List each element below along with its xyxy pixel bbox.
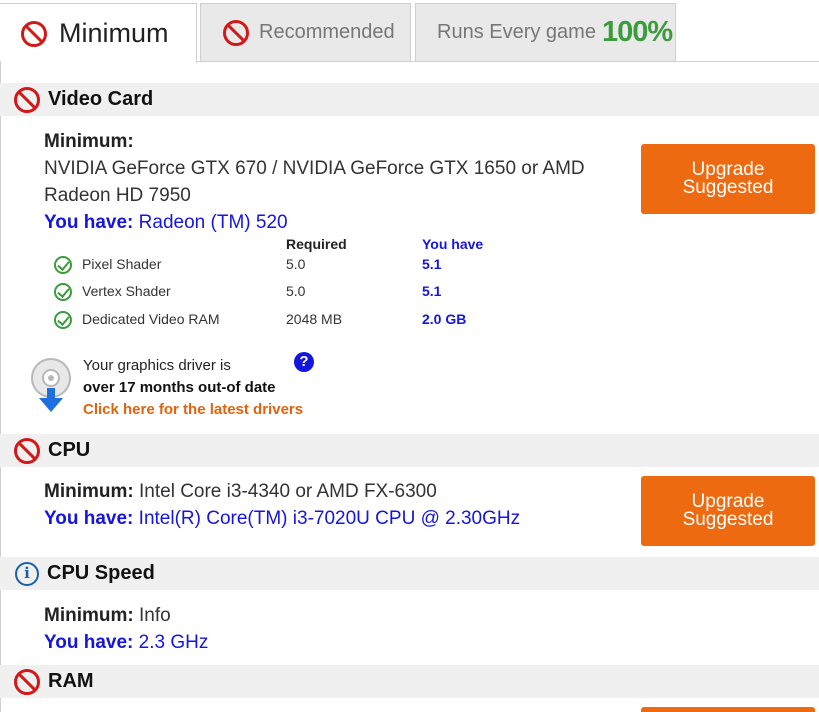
not-allowed-icon	[14, 86, 40, 113]
video-card-header: Video Card	[0, 83, 819, 116]
video-card-min-label: Minimum:	[44, 131, 134, 152]
ram-title: RAM	[48, 670, 94, 692]
spec-name: Pixel Shader	[82, 256, 162, 272]
cpu-you-have: You have: Intel(R) Core(TM) i3-7020U CPU…	[44, 505, 624, 532]
driver-line2: over 17 months out-of date	[83, 379, 276, 396]
tab-recommended[interactable]: Recommended	[200, 3, 411, 61]
spec-col-you-have: You have	[422, 236, 484, 252]
driver-download-link[interactable]: Click here for the latest drivers	[83, 399, 303, 421]
not-allowed-icon	[14, 668, 40, 695]
spec-have: 2.0 GB	[422, 311, 467, 327]
cpu-speed-you-have: You have: 2.3 GHz	[44, 629, 624, 656]
not-allowed-icon	[14, 437, 40, 464]
video-card-you-have: You have: Radeon (TM) 520	[44, 209, 624, 236]
not-allowed-icon	[223, 19, 249, 46]
video-card-title: Video Card	[48, 88, 154, 110]
spec-row: Pixel Shader 5.0 5.1	[52, 255, 532, 275]
cpu-details: Minimum: Intel Core i3-4340 or AMD FX-63…	[44, 478, 624, 532]
info-icon: i	[15, 561, 39, 586]
content-left-border	[0, 61, 1, 712]
not-allowed-icon	[21, 20, 47, 47]
tab-runs-label: Runs Every game	[437, 21, 596, 43]
upgrade-button-line2: Suggested	[682, 509, 774, 530]
driver-notice: Your graphics driver is over 17 months o…	[83, 355, 303, 421]
cpu-speed-header: i CPU Speed	[0, 557, 819, 590]
upgrade-button-line2: Suggested	[682, 177, 774, 198]
cpu-upgrade-button[interactable]: Upgrade Suggested	[641, 476, 815, 546]
check-icon	[54, 283, 72, 301]
video-card-upgrade-button[interactable]: Upgrade Suggested	[641, 144, 815, 214]
spec-have: 5.1	[422, 283, 442, 299]
tab-minimum[interactable]: Minimum	[0, 3, 197, 63]
cpu-min-label: Minimum:	[44, 481, 134, 502]
spec-row: Dedicated Video RAM 2048 MB 2.0 GB	[52, 310, 532, 330]
cpu-have-label: You have:	[44, 508, 134, 529]
video-card-min-value-line1: NVIDIA GeForce GTX 670 / NVIDIA GeForce …	[44, 158, 585, 179]
cpu-speed-have-value: 2.3 GHz	[138, 632, 209, 653]
check-icon	[54, 311, 72, 329]
spec-name: Dedicated Video RAM	[82, 311, 220, 327]
tab-minimum-label: Minimum	[59, 18, 169, 48]
tab-recommended-label: Recommended	[259, 21, 395, 43]
spec-col-required: Required	[286, 236, 347, 252]
cpu-speed-min-value: Info	[139, 605, 171, 626]
spec-name: Vertex Shader	[82, 283, 171, 299]
cpu-speed-minimum: Minimum: Info	[44, 602, 624, 629]
spec-required: 2048 MB	[286, 311, 343, 327]
tab-runs-percent: 100%	[601, 16, 673, 48]
cpu-min-value: Intel Core i3-4340 or AMD FX-6300	[139, 481, 437, 502]
cpu-speed-min-label: Minimum:	[44, 605, 134, 626]
check-icon	[54, 256, 72, 274]
spec-required: 5.0	[286, 256, 306, 272]
cpu-have-value: Intel(R) Core(TM) i3-7020U CPU @ 2.30GHz	[138, 508, 521, 529]
video-card-have-value: Radeon (TM) 520	[138, 212, 288, 233]
video-card-have-label: You have:	[44, 212, 134, 233]
cpu-title: CPU	[48, 439, 91, 461]
video-card-min-value-line2: Radeon HD 7950	[44, 185, 191, 206]
cpu-header: CPU	[0, 434, 819, 467]
ram-upgrade-button-partial[interactable]	[641, 707, 815, 712]
help-icon[interactable]: ?	[294, 352, 314, 372]
cpu-speed-have-label: You have:	[44, 632, 134, 653]
spec-required: 5.0	[286, 283, 306, 299]
driver-download-icon	[31, 358, 71, 412]
cpu-speed-details: Minimum: Info You have: 2.3 GHz	[44, 602, 624, 656]
tab-baseline	[197, 61, 819, 62]
tab-runs-every-game[interactable]: Runs Every game 100%	[415, 3, 676, 61]
spec-have: 5.1	[422, 256, 442, 272]
ram-header: RAM	[0, 665, 819, 698]
driver-line1: Your graphics driver is	[83, 357, 231, 374]
cpu-minimum: Minimum: Intel Core i3-4340 or AMD FX-63…	[44, 478, 624, 505]
spec-row: Vertex Shader 5.0 5.1	[52, 282, 532, 302]
video-card-minimum: Minimum: NVIDIA GeForce GTX 670 / NVIDIA…	[44, 128, 624, 236]
cpu-speed-title: CPU Speed	[47, 562, 155, 584]
